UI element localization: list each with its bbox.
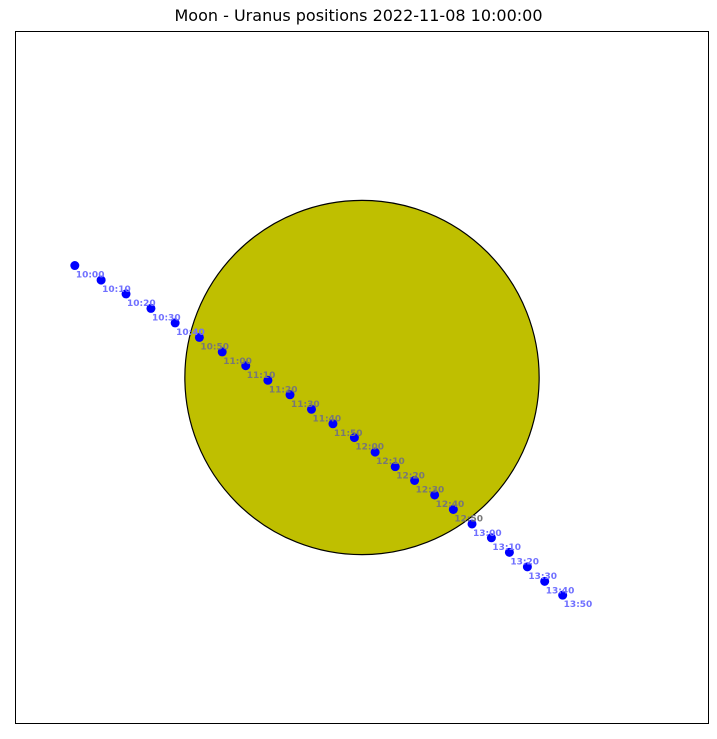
time-label: 13:30 xyxy=(528,572,557,582)
time-label: 12:50 xyxy=(454,514,483,524)
time-label: 13:10 xyxy=(492,543,521,553)
time-label: 10:20 xyxy=(127,299,156,309)
time-label: 11:10 xyxy=(247,371,276,381)
time-label: 10:00 xyxy=(76,271,105,281)
time-label: 13:20 xyxy=(510,557,539,567)
time-label: 12:10 xyxy=(376,457,405,467)
time-label: 12:20 xyxy=(396,472,425,482)
uranus-point xyxy=(70,261,80,271)
time-label: 11:20 xyxy=(269,385,298,395)
time-label: 13:50 xyxy=(564,600,593,610)
time-label: 13:00 xyxy=(473,529,502,539)
moon-disk xyxy=(184,199,540,556)
time-label: 11:30 xyxy=(291,400,320,410)
time-label: 13:40 xyxy=(546,586,575,596)
chart-canvas: 10:00 10:10 10:20 10:30 10:40 10:50 11:00 11:10… xyxy=(15,31,709,724)
time-label: 10:50 xyxy=(200,342,229,352)
time-label: 10:10 xyxy=(102,285,131,295)
time-label: 12:00 xyxy=(355,443,384,453)
time-label: 11:50 xyxy=(334,429,363,439)
time-label: 10:40 xyxy=(176,328,205,338)
time-label: 12:40 xyxy=(436,500,465,510)
time-label: 11:40 xyxy=(312,414,341,424)
time-label: 11:00 xyxy=(223,357,252,367)
time-label: 10:30 xyxy=(152,313,181,323)
time-label: 12:30 xyxy=(416,485,445,495)
